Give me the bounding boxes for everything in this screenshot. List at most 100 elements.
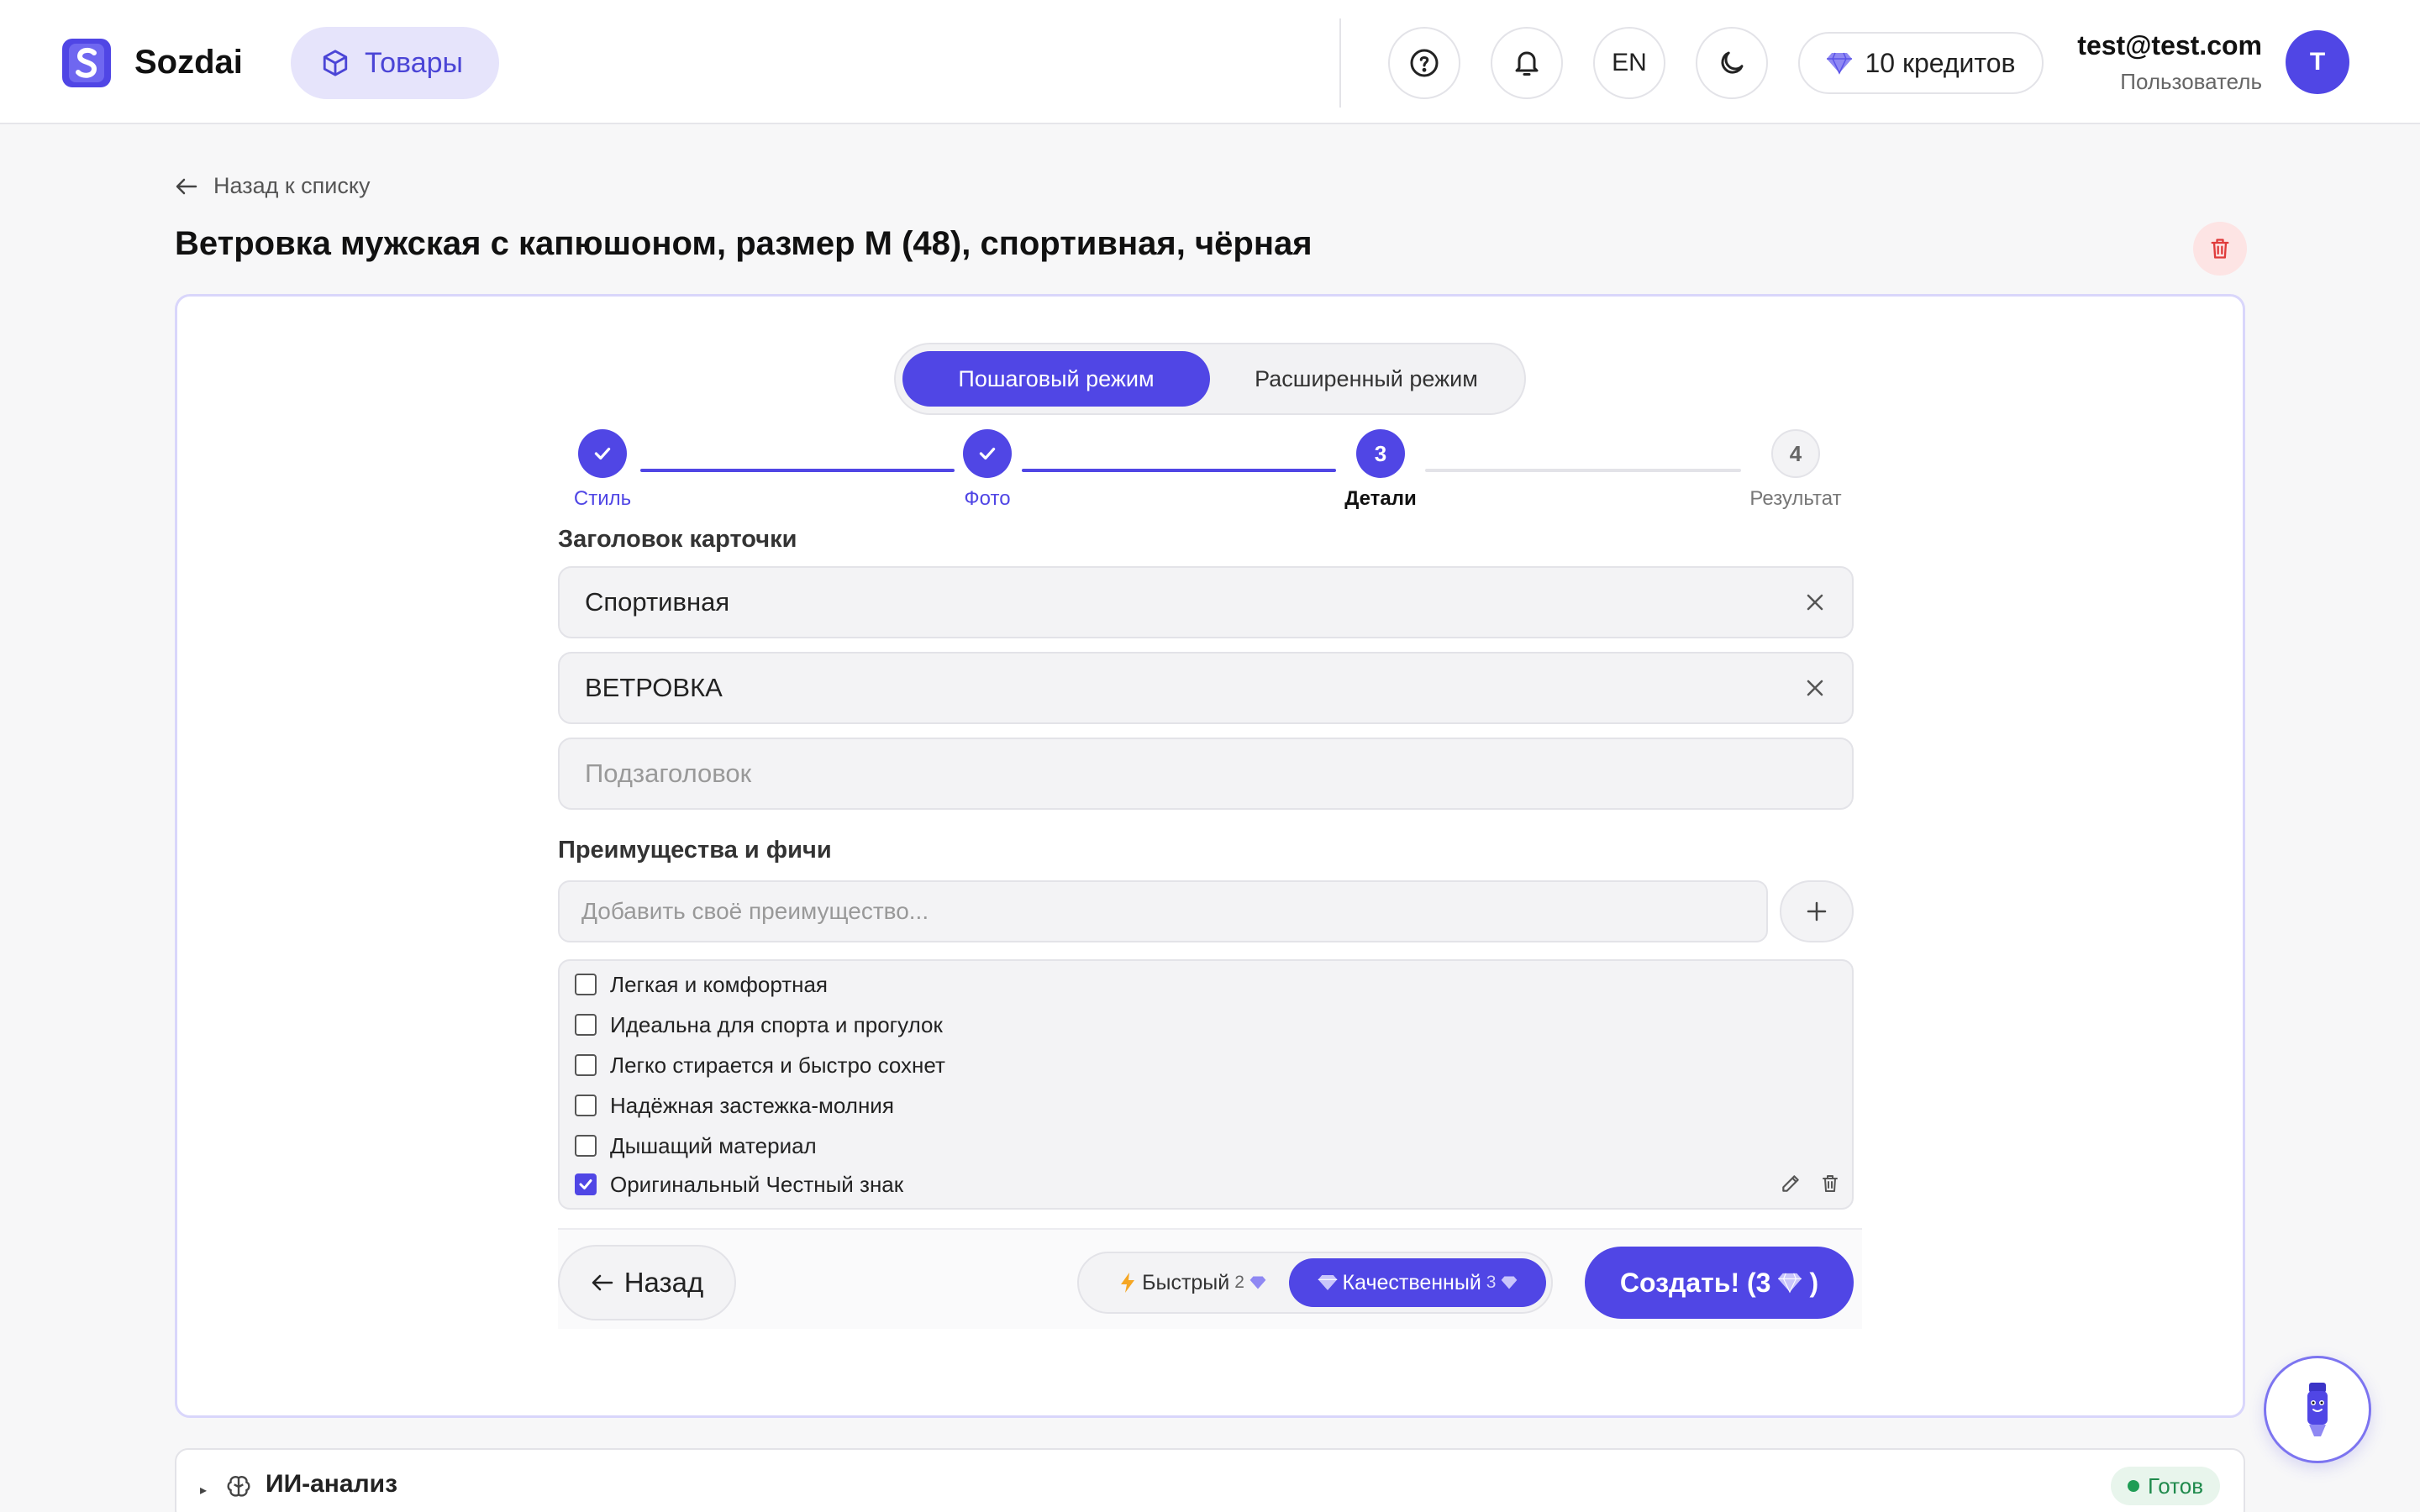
diamond-icon <box>1778 1273 1802 1294</box>
create-button-suffix: ) <box>1809 1267 1819 1298</box>
feature-label: Оригинальный Честный знак <box>610 1171 904 1197</box>
logo-text[interactable]: Sozdai <box>134 40 243 84</box>
feature-checkbox[interactable] <box>575 1014 597 1036</box>
title-line-1-input[interactable]: Спортивная <box>558 566 1854 638</box>
plus-icon <box>1807 901 1827 921</box>
nav-item-label: Товары <box>365 46 463 79</box>
feature-item-actions <box>1780 1173 1840 1199</box>
trash-icon[interactable] <box>1820 1173 1840 1199</box>
quality-toggle: Быстрый 2 Качественный 3 <box>1077 1252 1553 1314</box>
quality-mode-cost: 3 <box>1486 1273 1497 1292</box>
credits-badge[interactable]: 10 кредитов <box>1798 32 2044 94</box>
step-3-circle[interactable]: 3 <box>1356 429 1405 478</box>
feature-checkbox[interactable] <box>575 1054 597 1076</box>
user-role: Пользователь <box>2120 69 2262 94</box>
subtitle-input[interactable]: Подзаголовок <box>558 738 1854 810</box>
mode-step-by-step[interactable]: Пошаговый режим <box>902 351 1210 407</box>
subtitle-placeholder: Подзаголовок <box>585 759 752 788</box>
feature-item[interactable]: Оригинальный Честный знак <box>575 1168 903 1201</box>
step-4-circle[interactable]: 4 <box>1771 429 1820 478</box>
add-feature-input[interactable]: Добавить своё преимущество... <box>558 880 1768 942</box>
arrow-left-icon <box>592 1274 613 1291</box>
step-connector-2 <box>1022 469 1336 472</box>
feature-checkbox-checked[interactable] <box>575 1173 597 1195</box>
title-line-2-value: ВЕТРОВКА <box>585 673 723 702</box>
quality-mode-label: Качественный <box>1342 1270 1481 1294</box>
header-divider <box>1339 18 1341 108</box>
feature-label: Идеальна для спорта и прогулок <box>610 1011 943 1037</box>
feature-label: Легко стирается и быстро сохнет <box>610 1052 945 1078</box>
feature-checkbox[interactable] <box>575 1135 597 1157</box>
step-2-circle[interactable] <box>963 429 1012 478</box>
features-section-label: Преимущества и фичи <box>558 837 832 864</box>
fast-mode-cost: 2 <box>1234 1273 1244 1292</box>
edit-icon[interactable] <box>1780 1173 1802 1199</box>
ai-analysis-title: ИИ-анализ <box>266 1470 398 1498</box>
avatar[interactable]: T <box>2286 30 2349 94</box>
user-email: test@test.com <box>2077 30 2262 60</box>
step-connector-1 <box>640 469 955 472</box>
diamond-icon <box>1827 52 1853 75</box>
fast-mode-label: Быстрый <box>1142 1270 1230 1294</box>
create-button[interactable]: Создать! (3 ) <box>1585 1247 1854 1319</box>
nav-item-products[interactable]: Товары <box>291 27 499 99</box>
delete-product-button[interactable] <box>2193 222 2247 276</box>
marker-mascot-icon <box>2307 1383 2328 1436</box>
feature-item[interactable]: Идеальна для спорта и прогулок <box>575 1008 943 1042</box>
expand-caret-icon[interactable]: ▸ <box>200 1482 207 1499</box>
cube-icon <box>323 50 348 76</box>
theme-toggle-button[interactable] <box>1696 27 1768 99</box>
card-title-section-label: Заголовок карточки <box>558 526 797 553</box>
assistant-fab-button[interactable] <box>2264 1356 2371 1463</box>
feature-item[interactable]: Надёжная застежка-молния <box>575 1089 894 1122</box>
bell-icon <box>1515 51 1539 76</box>
ai-analysis-panel[interactable]: ▸ ИИ-анализ Готов <box>175 1448 2245 1512</box>
notifications-button[interactable] <box>1491 27 1563 99</box>
logo-icon[interactable] <box>62 39 111 87</box>
diamond-icon <box>1502 1276 1518 1289</box>
title-line-1-value: Спортивная <box>585 587 730 617</box>
lightning-icon <box>1121 1273 1135 1293</box>
step-1-label: Стиль <box>573 487 632 510</box>
trash-icon <box>2211 239 2229 259</box>
credits-label: 10 кредитов <box>1865 47 2016 78</box>
feature-label: Надёжная застежка-молния <box>610 1092 894 1118</box>
mode-advanced[interactable]: Расширенный режим <box>1215 351 1518 407</box>
check-icon <box>979 447 996 460</box>
fast-mode-option[interactable]: Быстрый 2 <box>1087 1258 1297 1307</box>
feature-label: Дышащий материал <box>610 1132 817 1158</box>
feature-item[interactable]: Легко стирается и быстро сохнет <box>575 1048 945 1082</box>
status-badge: Готов <box>2111 1467 2220 1505</box>
quality-mode-option[interactable]: Качественный 3 <box>1289 1258 1546 1307</box>
add-feature-button[interactable] <box>1780 880 1854 942</box>
feature-item[interactable]: Легкая и комфортная <box>575 968 828 1001</box>
feature-item[interactable]: Дышащий материал <box>575 1129 817 1163</box>
language-button[interactable]: EN <box>1593 27 1665 99</box>
step-4-label: Результат <box>1749 487 1842 510</box>
arrow-left-icon <box>176 178 197 194</box>
help-button[interactable] <box>1388 27 1460 99</box>
back-to-list-label: Назад к списку <box>213 173 371 198</box>
diamond-icon <box>1318 1275 1337 1290</box>
help-icon <box>1410 49 1439 77</box>
clear-icon[interactable] <box>1800 673 1830 703</box>
mode-toggle: Пошаговый режим Расширенный режим <box>894 343 1526 415</box>
step-3-label: Детали <box>1344 487 1417 510</box>
add-feature-placeholder: Добавить своё преимущество... <box>581 898 929 924</box>
step-1-circle[interactable] <box>578 429 627 478</box>
step-2-label: Фото <box>964 487 1011 510</box>
feature-checkbox[interactable] <box>575 1095 597 1116</box>
clear-icon[interactable] <box>1800 587 1830 617</box>
back-to-list-link[interactable]: Назад к списку <box>175 173 371 199</box>
back-button-label: Назад <box>623 1267 704 1298</box>
brain-icon <box>227 1476 250 1497</box>
step-connector-3 <box>1425 469 1741 472</box>
feature-label: Легкая и комфортная <box>610 971 829 997</box>
title-line-2-input[interactable]: ВЕТРОВКА <box>558 652 1854 724</box>
back-button[interactable]: Назад <box>558 1245 736 1320</box>
diamond-icon <box>1249 1276 1266 1289</box>
check-icon <box>579 1179 592 1189</box>
moon-icon <box>1721 51 1744 74</box>
feature-checkbox[interactable] <box>575 974 597 995</box>
status-dot <box>2127 1480 2139 1492</box>
